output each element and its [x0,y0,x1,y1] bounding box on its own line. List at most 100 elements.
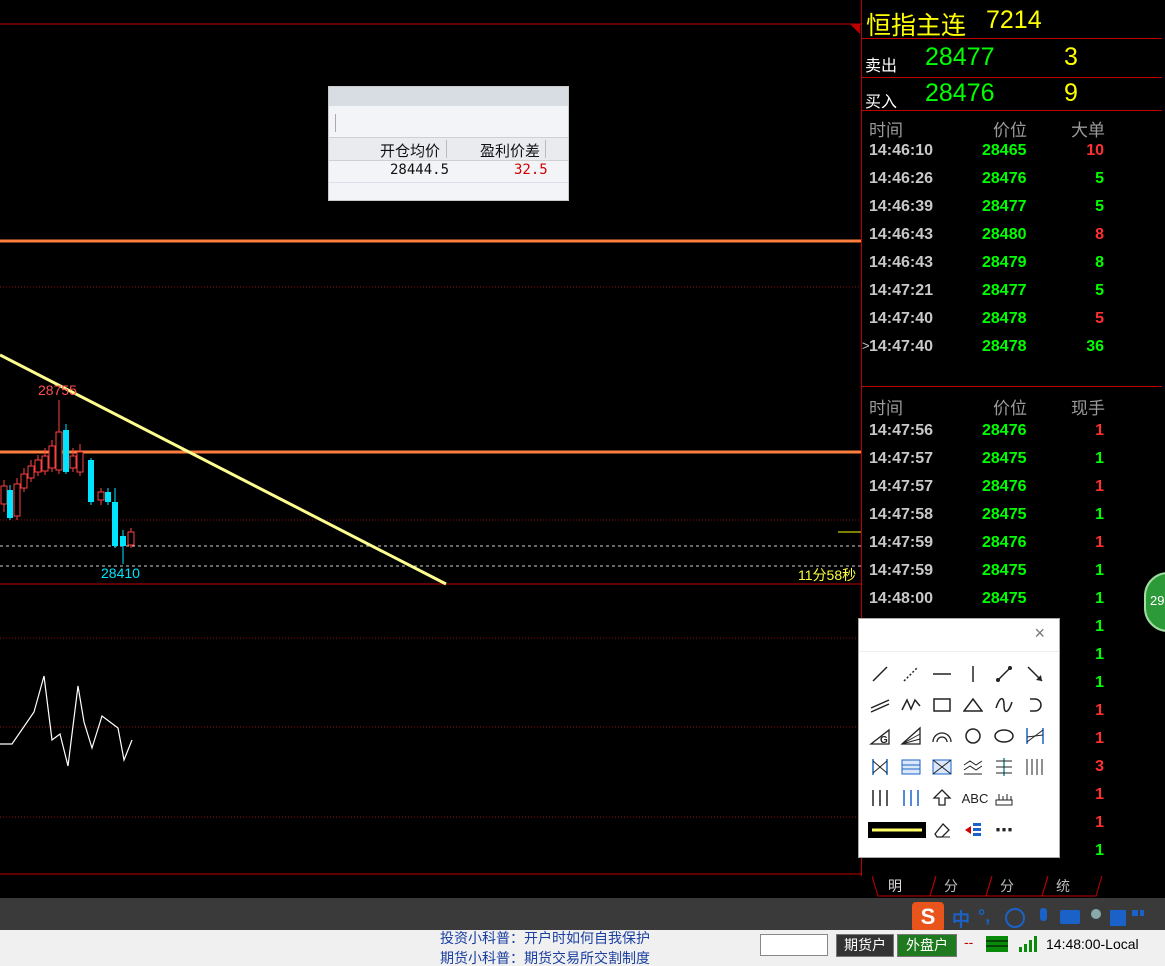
block-trade-row[interactable]: >14:47:40 28478 36 [862,334,1162,362]
block-trade-qty: 5 [1095,310,1104,327]
tab-tick-by-tick[interactable]: 分笔 [1000,876,1014,914]
block-trade-row[interactable]: 14:46:39 28477 5 [862,194,1162,222]
dotted-line-icon[interactable] [898,662,924,686]
overseas-account-button[interactable]: 外盘户 [897,934,957,957]
tick-time: 14:47:59 [869,534,934,551]
news-ticker[interactable]: 投资小科普：开户时如何自我保护 期货小科普：期货交易所交割制度 [430,930,740,966]
tick-time-header: 时间 [869,399,903,418]
block-trade-row[interactable]: 14:47:40 28478 5 [862,306,1162,334]
tick-time: 14:48:00 [869,590,934,607]
ticker-line-2[interactable]: 期货小科普：期货交易所交割制度 [440,948,650,966]
microphone-icon [1040,908,1047,921]
ime-chinese-mode[interactable]: 中 [952,906,970,932]
badge-text: 29 [1150,593,1165,608]
ticker-line-1[interactable]: 投资小科普：开户时如何自我保护 [440,930,650,948]
low-price-label: 28410 [101,565,140,581]
fibonacci-fan-icon[interactable] [898,724,924,748]
popup-divider [335,114,336,132]
block-trade-price: 28465 [982,142,1027,159]
fibonacci-time-icon[interactable] [898,786,924,810]
parallel-lines-icon[interactable] [867,693,893,717]
time-zones-icon[interactable] [1022,755,1048,779]
close-icon[interactable]: × [1034,623,1045,644]
ime-punctuation[interactable]: °, [978,906,990,927]
tick-price: 28476 [982,534,1027,551]
tick-row[interactable]: 14:47:59 28476 1 [862,530,1162,558]
block-trade-row[interactable]: 14:46:43 28479 8 [862,250,1162,278]
sine-curve-icon[interactable] [991,693,1017,717]
block-trade-qty: 5 [1095,282,1104,299]
fibonacci-retracement-icon[interactable] [898,755,924,779]
tab-statistics[interactable]: 统计 [1056,876,1070,914]
circle-icon[interactable] [960,724,986,748]
tick-row[interactable]: 14:47:57 28476 1 [862,474,1162,502]
tick-time: 14:47:57 [869,450,934,467]
tick-price: 28475 [982,562,1027,579]
tab-strip [872,876,1103,897]
triangle-icon[interactable] [960,693,986,717]
eraser-icon[interactable] [929,818,955,842]
avg-open-price-value: 28444.5 [390,162,450,178]
ray-line-icon[interactable] [991,662,1017,686]
horizontal-line-icon[interactable] [929,662,955,686]
position-popup[interactable]: 开仓均价 盈利价差 28444.5 32.5 [328,86,569,201]
arrow-line-icon[interactable] [1022,662,1048,686]
block-trade-price: 28479 [982,254,1027,271]
instrument-volume: 7214 [986,6,1042,34]
arc-right-icon[interactable] [1022,693,1048,717]
gann-angle-icon[interactable]: G [867,724,893,748]
cycle-lines-icon[interactable] [867,786,893,810]
block-trade-time: 14:47:21 [869,282,934,299]
panel-divider [862,77,1162,78]
delete-drawings-icon[interactable] [960,818,986,842]
popup-header-row: 开仓均价 盈利价差 [329,137,568,161]
text-tool[interactable]: ABC [960,786,990,810]
column-separator[interactable] [545,140,546,158]
candle [27,465,35,479]
popup-titlebar[interactable] [329,87,568,106]
drawing-tools-palette[interactable]: × G ABC ⋯ [858,618,1060,858]
vertical-line-icon[interactable] [960,662,986,686]
segment-line-icon[interactable] [867,662,893,686]
andrews-pitchfork-icon[interactable] [960,755,986,779]
tab-price-distribution[interactable]: 分价 [944,876,958,914]
fibonacci-extension-icon[interactable] [929,755,955,779]
rectangle-icon[interactable] [929,693,955,717]
code-input[interactable] [760,934,828,956]
up-arrow-icon[interactable] [929,786,955,810]
block-trade-price: 28477 [982,198,1027,215]
futures-account-button[interactable]: 期货户 [836,934,894,957]
tab-detail[interactable]: 明细 [888,876,902,914]
tick-row[interactable]: 14:47:59 28475 1 [862,558,1162,586]
sell-price[interactable]: 28477 [925,43,995,72]
block-trade-time: 14:47:40 [869,310,934,327]
gann-box-icon[interactable] [867,755,893,779]
block-trade-price: 28478 [982,338,1027,355]
block-trade-row[interactable]: 14:46:10 28465 10 [862,138,1162,166]
block-trade-row[interactable]: 14:47:21 28477 5 [862,278,1162,306]
ime-icons[interactable] [1004,906,1144,930]
ellipse-icon[interactable] [991,724,1017,748]
percent-levels-icon[interactable] [991,755,1017,779]
tick-row[interactable]: 14:47:58 28475 1 [862,502,1162,530]
tick-row[interactable]: 14:47:57 28475 1 [862,446,1162,474]
candle [7,490,13,518]
speed-arc-icon[interactable] [929,724,955,748]
column-separator[interactable] [446,140,447,158]
ruler-icon[interactable] [991,786,1017,810]
tick-row[interactable]: 14:47:56 28476 1 [862,418,1162,446]
fibonacci-channel-icon[interactable] [1022,724,1048,748]
line-style-swatch[interactable] [867,818,927,842]
tick-qty: 1 [1095,842,1104,859]
popup-row-divider [329,182,568,183]
block-trade-row[interactable]: 14:46:43 28480 8 [862,222,1162,250]
sogou-logo-icon[interactable]: S [912,902,944,932]
ime-toolbar[interactable]: S 中 °, [912,902,1165,932]
block-trade-row[interactable]: 14:46:26 28476 5 [862,166,1162,194]
tick-price: 28476 [982,478,1027,495]
buy-price[interactable]: 28476 [925,79,995,108]
tick-row[interactable]: 14:48:00 28475 1 [862,586,1162,614]
wave-line-icon[interactable] [898,693,924,717]
more-options-icon[interactable]: ⋯ [991,818,1017,842]
panel-divider [862,38,1162,39]
